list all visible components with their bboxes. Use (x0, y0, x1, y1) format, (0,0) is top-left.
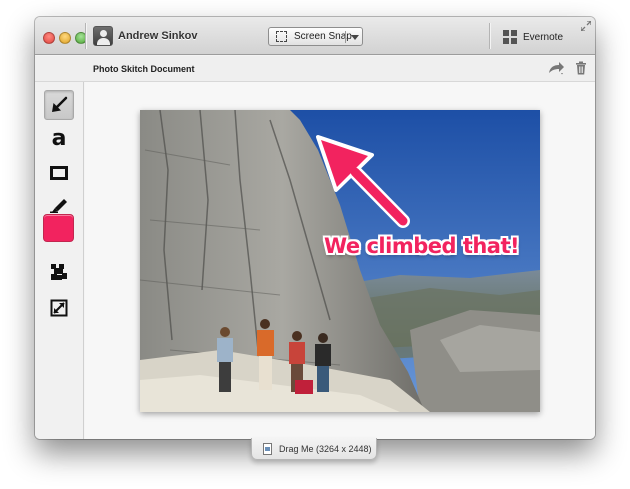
marker-icon (50, 199, 67, 213)
account-name[interactable]: Andrew Sinkov (118, 30, 197, 42)
crop-resize-tool[interactable] (44, 293, 74, 323)
skitch-window: Andrew Sinkov Screen Snap Evernote Photo… (35, 17, 595, 439)
chevron-down-icon[interactable] (351, 35, 359, 40)
arrow-tool[interactable] (44, 90, 74, 120)
document-title: Photo Skitch Document (93, 64, 195, 74)
titlebar-divider (85, 23, 86, 49)
titlebar-divider (489, 23, 490, 49)
title-bar: Andrew Sinkov Screen Snap Evernote (35, 17, 595, 55)
pink-arrow-annotation[interactable] (140, 110, 540, 412)
evernote-grid-icon (503, 30, 517, 44)
evernote-button[interactable]: Evernote (523, 32, 563, 43)
photo-image[interactable]: We climbed that! (140, 110, 540, 412)
fullscreen-icon[interactable] (581, 21, 591, 31)
drag-export-tab[interactable]: Drag Me (3264 x 2448) (251, 438, 377, 460)
arrow-icon (52, 96, 68, 112)
text-icon: a (51, 126, 67, 151)
tools-sidebar: a (35, 82, 84, 439)
drag-me-label: Drag Me (3264 x 2448) (279, 443, 372, 454)
trash-icon[interactable] (575, 61, 587, 75)
pixelate-tool[interactable] (44, 257, 74, 287)
rectangle-icon (50, 166, 68, 180)
resize-icon (50, 299, 68, 317)
crop-selection-icon (276, 31, 287, 42)
close-window-button[interactable] (43, 32, 55, 44)
screen-snap-button[interactable]: Screen Snap (268, 27, 363, 46)
screen-snap-label: Screen Snap (294, 31, 352, 42)
share-icon[interactable] (547, 61, 565, 75)
text-tool[interactable]: a (44, 124, 74, 154)
annotation-text[interactable]: We climbed that! (324, 234, 520, 258)
image-file-icon (263, 442, 272, 455)
document-canvas: We climbed that! (85, 82, 595, 439)
minimize-window-button[interactable] (59, 32, 71, 44)
snap-separator (345, 31, 346, 43)
shape-tool[interactable] (44, 158, 74, 188)
color-picker-swatch[interactable] (43, 214, 74, 242)
user-avatar-icon[interactable] (93, 26, 113, 46)
pixelate-icon (51, 264, 67, 280)
document-bar: Photo Skitch Document (35, 56, 595, 82)
